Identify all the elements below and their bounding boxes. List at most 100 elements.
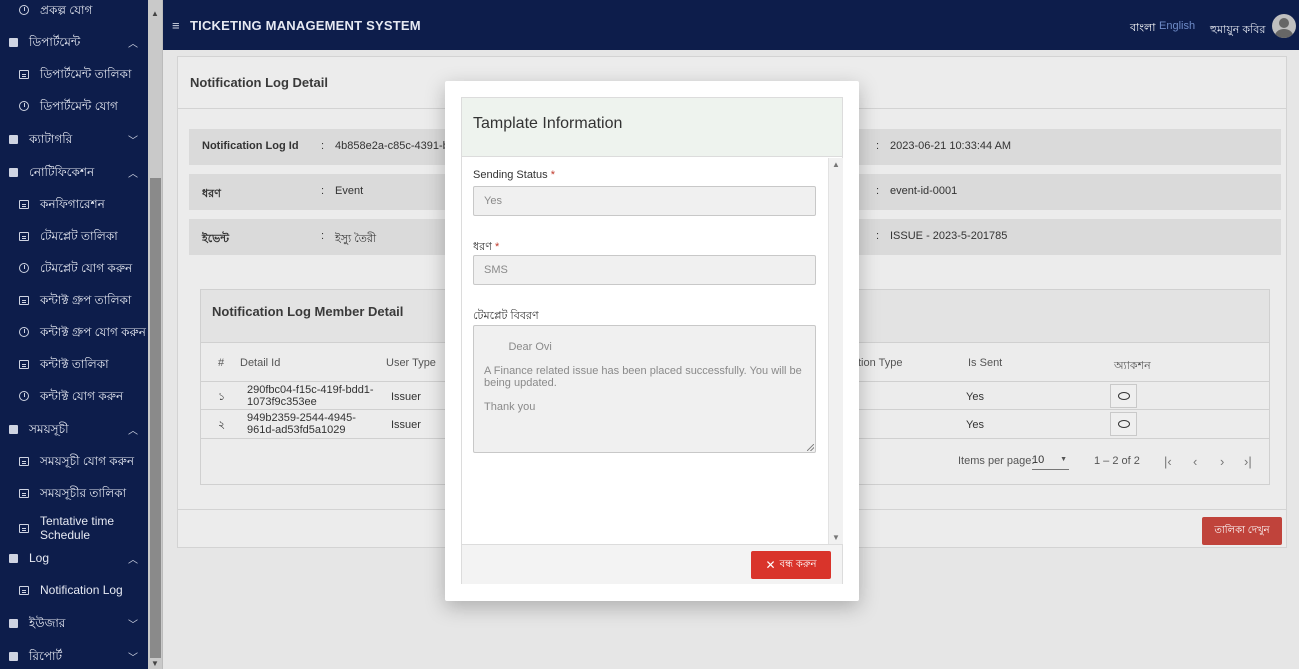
scrollbar-thumb[interactable] bbox=[150, 178, 161, 658]
sidebar-item[interactable]: ডিপার্টমেন্ট ︿ bbox=[0, 34, 148, 50]
sidebar-scrollbar[interactable]: ▲ ▼ bbox=[148, 0, 163, 669]
column-header: # bbox=[218, 357, 225, 369]
info-value-2: event-id-0001 bbox=[890, 185, 958, 197]
sidebar-item-label: ক্যাটাগরি bbox=[29, 132, 73, 146]
view-icon[interactable] bbox=[1110, 384, 1137, 408]
sidebar-item-label: সময়সূচী bbox=[29, 422, 69, 436]
sidebar-item-label: ডিপার্টমেন্ট যোগ bbox=[40, 99, 118, 113]
sidebar-item[interactable]: কন্টাক্ট যোগ করুন bbox=[0, 388, 148, 404]
history-icon bbox=[19, 5, 29, 15]
next-page-icon[interactable]: › bbox=[1220, 454, 1224, 469]
sidebar-item[interactable]: কন্টাক্ট গ্রুপ তালিকা bbox=[0, 292, 148, 308]
chevron-up-icon[interactable]: ︿ bbox=[128, 422, 138, 437]
sidebar-item[interactable]: সময়সূচী ︿ bbox=[0, 421, 148, 437]
column-header: User Type bbox=[386, 357, 436, 369]
sidebar-item[interactable]: কন্টাক্ট গ্রুপ যোগ করুন bbox=[0, 324, 148, 340]
sidebar-item-label: সময়সূচীর তালিকা bbox=[40, 486, 127, 500]
language-bangla-link[interactable]: বাংলা bbox=[1130, 19, 1155, 38]
scroll-up-arrow-icon[interactable]: ▲ bbox=[832, 160, 840, 169]
sidebar-item[interactable]: নোটিফিকেশন ︿ bbox=[0, 164, 148, 180]
dialog-body: Sending Status * ধরণ * টেমপ্লেট বিবরণ De… bbox=[462, 158, 828, 544]
sidebar-item-label: কন্টাক্ট যোগ করুন bbox=[40, 389, 124, 403]
list-icon bbox=[19, 585, 29, 595]
sidebar-item[interactable]: রিপোর্ট ﹀ bbox=[0, 648, 148, 664]
info-value: Event bbox=[335, 185, 364, 197]
sending-status-field[interactable] bbox=[473, 186, 816, 216]
avatar[interactable] bbox=[1272, 14, 1296, 38]
info-colon: : bbox=[321, 185, 325, 197]
sidebar-item[interactable]: টেমপ্লেট যোগ করুন bbox=[0, 260, 148, 276]
page-title: Notification Log Detail bbox=[190, 75, 328, 90]
sidebar-item[interactable]: Notification Log bbox=[0, 582, 148, 598]
items-per-page-value: 10 bbox=[1032, 454, 1045, 466]
scroll-up-arrow-icon[interactable]: ▲ bbox=[151, 9, 159, 18]
chevron-up-icon[interactable]: ︿ bbox=[128, 35, 138, 50]
menu-square-icon bbox=[9, 167, 18, 177]
sidebar-item[interactable]: ক্যাটাগরি ﹀ bbox=[0, 131, 148, 147]
info-colon: : bbox=[321, 230, 325, 242]
user-type: Issuer bbox=[391, 419, 421, 431]
chevron-down-icon[interactable]: ﹀ bbox=[128, 132, 138, 147]
items-per-page-select[interactable]: 10 ▼ bbox=[1032, 454, 1069, 470]
chevron-down-icon[interactable]: ﹀ bbox=[128, 649, 138, 664]
items-per-page-label: Items per page: bbox=[958, 455, 1035, 467]
view-icon[interactable] bbox=[1110, 412, 1137, 436]
sidebar-item[interactable]: সময়সূচী যোগ করুন bbox=[0, 453, 148, 469]
description-textarea[interactable]: Dear Ovi A Finance related issue has bee… bbox=[473, 325, 816, 453]
chevron-up-icon[interactable]: ︿ bbox=[128, 551, 138, 566]
sidebar-item[interactable]: ডিপার্টমেন্ট তালিকা bbox=[0, 66, 148, 82]
user-name[interactable]: হুমায়ুন কবির bbox=[1210, 21, 1265, 40]
sidebar-item[interactable]: প্রকল্প যোগ bbox=[0, 2, 148, 18]
info-key: Notification Log Id bbox=[202, 140, 299, 152]
is-sent: Yes bbox=[966, 391, 984, 403]
list-icon bbox=[19, 359, 29, 369]
menu-square-icon bbox=[9, 651, 18, 661]
prev-page-icon[interactable]: ‹ bbox=[1193, 454, 1197, 469]
history-icon bbox=[19, 327, 29, 337]
first-page-icon[interactable]: |‹ bbox=[1164, 454, 1172, 469]
sidebar-item[interactable]: কনফিগারেশন bbox=[0, 196, 148, 212]
sidebar-item-label: প্রকল্প যোগ bbox=[40, 3, 93, 17]
sidebar-item-label: কন্টাক্ট তালিকা bbox=[40, 357, 109, 371]
sidebar-item-label: ইউজার bbox=[29, 616, 66, 630]
scroll-down-arrow-icon[interactable]: ▼ bbox=[151, 659, 159, 668]
sidebar-item-label: সময়সূচী যোগ করুন bbox=[40, 454, 135, 468]
sidebar-item[interactable]: কন্টাক্ট তালিকা bbox=[0, 356, 148, 372]
sidebar-item[interactable]: টেমপ্লেট তালিকা bbox=[0, 228, 148, 244]
chevron-down-icon[interactable]: ﹀ bbox=[128, 616, 138, 631]
sidebar-item-label: Tentative time Schedule bbox=[40, 514, 115, 542]
close-button[interactable]: ✕ বন্ধ করুন bbox=[751, 551, 831, 579]
sidebar-item-label: Log bbox=[29, 551, 50, 565]
view-list-button[interactable]: তালিকা দেখুন bbox=[1202, 517, 1282, 545]
sidebar: প্রকল্প যোগ ডিপার্টমেন্ট ︿ ডিপার্টমেন্ট তাল… bbox=[0, 0, 148, 669]
scroll-down-arrow-icon[interactable]: ▼ bbox=[832, 533, 840, 542]
sidebar-item[interactable]: ডিপার্টমেন্ট যোগ bbox=[0, 98, 148, 114]
last-page-icon[interactable]: ›| bbox=[1244, 454, 1252, 469]
info-value: ইস্যু তৈরী bbox=[335, 233, 377, 245]
description-text: Dear Ovi A Finance related issue has bee… bbox=[484, 341, 802, 413]
type-field[interactable] bbox=[473, 255, 816, 285]
menu-icon[interactable]: ≡ bbox=[172, 18, 180, 33]
language-english-link[interactable]: English bbox=[1159, 20, 1195, 32]
resize-grip-icon[interactable] bbox=[807, 444, 814, 451]
dialog-header: Tamplate Information bbox=[462, 98, 842, 157]
sidebar-item[interactable]: ইউজার ﹀ bbox=[0, 615, 148, 631]
sidebar-item-label: টেমপ্লেট যোগ করুন bbox=[40, 261, 133, 275]
chevron-up-icon[interactable]: ︿ bbox=[128, 165, 138, 180]
sidebar-item[interactable]: সময়সূচীর তালিকা bbox=[0, 485, 148, 501]
menu-square-icon bbox=[9, 618, 18, 628]
sidebar-item-label: কন্টাক্ট গ্রুপ তালিকা bbox=[40, 293, 132, 307]
list-icon bbox=[19, 523, 29, 533]
list-icon bbox=[19, 488, 29, 498]
dialog-scrollbar[interactable]: ▲ ▼ bbox=[828, 158, 843, 544]
history-icon bbox=[19, 391, 29, 401]
sidebar-item[interactable]: Tentative time Schedule bbox=[0, 513, 148, 543]
member-detail-title: Notification Log Member Detail bbox=[212, 304, 404, 319]
sidebar-item[interactable]: Log ︿ bbox=[0, 550, 148, 566]
dialog-title: Tamplate Information bbox=[473, 115, 623, 132]
close-button-label: বন্ধ করুন bbox=[779, 558, 817, 570]
menu-square-icon bbox=[9, 424, 18, 434]
info-colon: : bbox=[321, 140, 325, 152]
detail-id: 949b2359-2544-4945-961d-ad53fd5a1029 bbox=[247, 412, 356, 436]
dropdown-arrow-icon: ▼ bbox=[1060, 456, 1067, 463]
